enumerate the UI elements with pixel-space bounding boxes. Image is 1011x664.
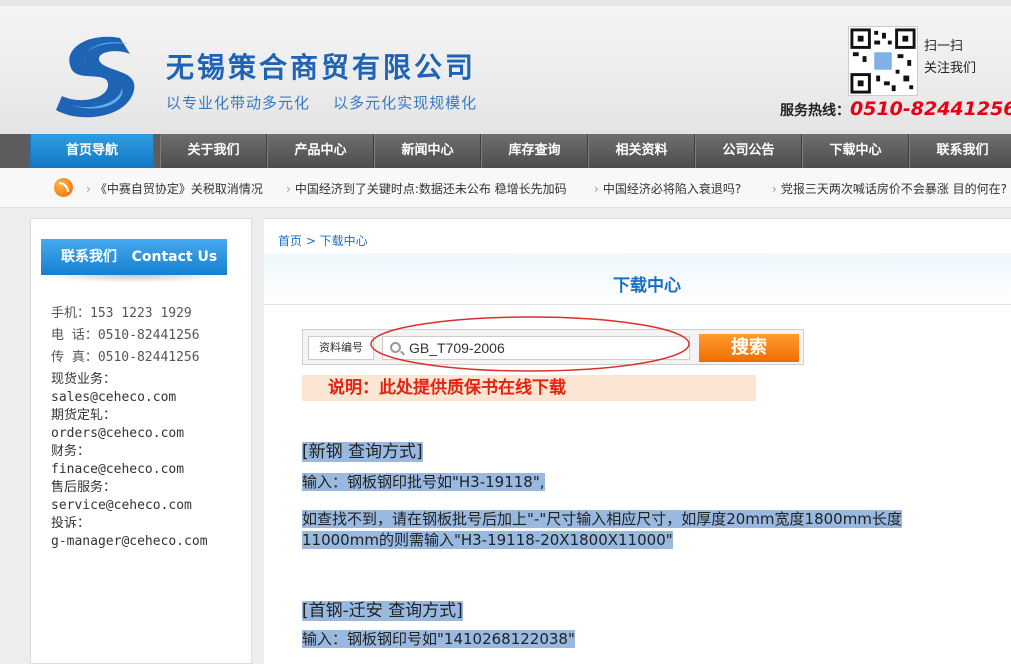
company-logo[interactable] bbox=[50, 30, 150, 122]
contact-tab-shadow bbox=[41, 275, 227, 283]
search-icon bbox=[390, 342, 401, 353]
section-heading-text: [新钢 查询方式] bbox=[302, 442, 423, 462]
search-button[interactable]: 搜索 bbox=[699, 334, 799, 362]
contact-label-spot: 现货业务： bbox=[51, 372, 117, 387]
company-name: 无锡策合商贸有限公司 bbox=[166, 51, 477, 84]
section-text: 输入：钢板钢印号如"1410268122038" bbox=[302, 630, 575, 648]
rss-icon bbox=[54, 178, 73, 197]
section-text: 如查找不到，请在钢板批号后加上"-"尺寸输入相应尺寸，如厚度20mm宽度1800… bbox=[302, 510, 902, 528]
contact-email-orders[interactable]: orders@ceheco.com bbox=[51, 425, 208, 443]
section-xingang-line-2: 如查找不到，请在钢板批号后加上"-"尺寸输入相应尺寸，如厚度20mm宽度1800… bbox=[302, 509, 1002, 530]
search-field[interactable] bbox=[382, 336, 690, 360]
section-heading-text: [首钢-迁安 查询方式] bbox=[302, 601, 463, 621]
qr-code-image bbox=[848, 26, 918, 96]
qr-caption-line-2: 关注我们 bbox=[924, 61, 977, 76]
notice-banner: 说明：此处提供质保书在线下载 bbox=[302, 375, 756, 401]
contact-list: 手机：153 1223 1929 电 话：0510-82441256 传 真：0… bbox=[51, 305, 208, 551]
ticker-item[interactable]: 中国经济必将陷入衰退吗? bbox=[594, 180, 741, 197]
nav-item-home[interactable]: 首页导航 bbox=[30, 134, 154, 168]
news-ticker: 《中赛自贸协定》关税取消情况 中国经济到了关键时点:数据还未公布 稳增长先加码 … bbox=[0, 168, 1011, 208]
qr-caption-line-1: 扫一扫 bbox=[924, 39, 964, 54]
contact-label-futures: 期货定轧： bbox=[51, 408, 117, 423]
qr-caption: 扫一扫 关注我们 bbox=[924, 36, 994, 80]
hotline-label: 服务热线： bbox=[780, 103, 850, 119]
nav-item-news[interactable]: 新闻中心 bbox=[374, 134, 481, 168]
contact-label-finance: 财务： bbox=[51, 444, 91, 459]
nav-item-announcements[interactable]: 公司公告 bbox=[695, 134, 802, 168]
nav-item-products[interactable]: 产品中心 bbox=[267, 134, 374, 168]
contact-us-tab[interactable]: 联系我们 Contact Us bbox=[41, 239, 227, 275]
section-text: 11000mm的则需输入"H3-19118-20X1800X11000" bbox=[302, 531, 673, 549]
ticker-item[interactable]: 党报三天两次喊话房价不会暴涨 目的何在? bbox=[772, 180, 1007, 197]
contact-fax: 传 真：0510-82441256 bbox=[51, 350, 200, 365]
contact-email-finance[interactable]: finace@ceheco.com bbox=[51, 461, 208, 479]
section-heading-shougang: [首钢-迁安 查询方式] bbox=[302, 596, 463, 621]
section-text: 输入：钢板钢印批号如"H3-19118", bbox=[302, 473, 545, 491]
nav-item-downloads[interactable]: 下载中心 bbox=[802, 134, 909, 168]
search-field-label: 资料编号 bbox=[308, 336, 374, 360]
contact-label-complaints: 投诉： bbox=[51, 516, 91, 531]
contact-email-sales[interactable]: sales@ceheco.com bbox=[51, 389, 208, 407]
main-nav: 首页导航 关于我们 产品中心 新闻中心 库存查询 相关资料 公司公告 下载中心 … bbox=[0, 134, 1011, 168]
ticker-item[interactable]: 中国经济到了关键时点:数据还未公布 稳增长先加码 bbox=[286, 180, 567, 197]
section-heading-xingang: [新钢 查询方式] bbox=[302, 437, 423, 462]
contact-email-service[interactable]: service@ceheco.com bbox=[51, 497, 208, 515]
hotline: 服务热线：0510-82441256 bbox=[780, 98, 1011, 120]
title-band: 下载中心 bbox=[264, 253, 1011, 305]
search-input[interactable] bbox=[409, 338, 679, 358]
breadcrumb[interactable]: 首页 > 下载中心 bbox=[278, 232, 368, 249]
main-content: 首页 > 下载中心 下载中心 资料编号 搜索 说明：此处提供质保书在线下载 [新… bbox=[264, 218, 1011, 664]
nav-item-resources[interactable]: 相关资料 bbox=[588, 134, 695, 168]
nav-item-contact[interactable]: 联系我们 bbox=[909, 134, 1011, 168]
hotline-number: 0510-82441256 bbox=[850, 98, 1011, 120]
sidebar: 联系我们 Contact Us 手机：153 1223 1929 电 话：051… bbox=[30, 218, 252, 664]
section-xingang-line-1: 输入：钢板钢印批号如"H3-19118", bbox=[302, 472, 1002, 493]
contact-phone: 电 话：0510-82441256 bbox=[51, 328, 200, 343]
company-slogan: 以专业化带动多元化 以多元化实现规模化 bbox=[166, 94, 478, 112]
page: 无锡策合商贸有限公司 以专业化带动多元化 以多元化实现规模化 扫一扫 关注我们 … bbox=[0, 0, 1011, 664]
contact-mobile: 手机：153 1223 1929 bbox=[51, 306, 192, 321]
contact-email-manager[interactable]: g-manager@ceheco.com bbox=[51, 533, 208, 551]
header: 无锡策合商贸有限公司 以专业化带动多元化 以多元化实现规模化 扫一扫 关注我们 … bbox=[0, 0, 1011, 134]
page-title: 下载中心 bbox=[613, 276, 681, 296]
section-xingang-line-3: 11000mm的则需输入"H3-19118-20X1800X11000" bbox=[302, 530, 1002, 551]
nav-item-about[interactable]: 关于我们 bbox=[160, 134, 267, 168]
ticker-item[interactable]: 《中赛自贸协定》关税取消情况 bbox=[86, 180, 263, 197]
nav-item-inventory[interactable]: 库存查询 bbox=[481, 134, 588, 168]
search-form: 资料编号 搜索 bbox=[302, 329, 804, 365]
section-shougang-line-1: 输入：钢板钢印号如"1410268122038" bbox=[302, 629, 1002, 650]
contact-label-service: 售后服务： bbox=[51, 480, 117, 495]
